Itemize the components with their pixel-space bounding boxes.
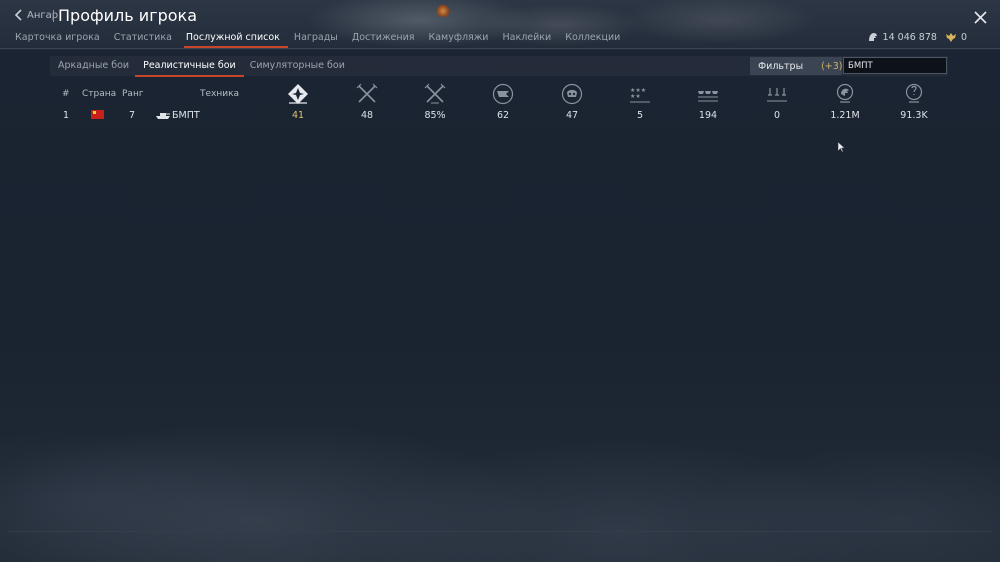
ussr-flag-icon	[91, 110, 104, 119]
column-header-vehicle[interactable]: Техника	[200, 89, 239, 99]
tab-awards[interactable]: Награды	[294, 32, 338, 48]
stat-win-rate: 85%	[424, 110, 446, 121]
row-rank: 7	[129, 110, 136, 121]
win-rate-icon[interactable]	[424, 83, 446, 105]
golden-eagles-icon	[945, 33, 956, 42]
stat-score: 1.21M	[830, 110, 860, 121]
naval-kills-icon[interactable]	[766, 83, 788, 105]
mode-tab-arcade[interactable]: Аркадные бои	[58, 60, 129, 75]
stat-ground-kills: 194	[698, 110, 718, 121]
row-vehicle-name[interactable]: БМПТ	[172, 110, 200, 121]
profile-tabs: Карточка игрока Статистика Послужной спи…	[15, 32, 620, 48]
stat-air-kills: 5	[636, 110, 644, 121]
stat-victories: 48	[360, 110, 374, 121]
tab-statistics[interactable]: Статистика	[114, 32, 172, 48]
mode-tab-simulator[interactable]: Симуляторные бои	[250, 60, 345, 75]
research-icon[interactable]	[903, 83, 925, 105]
currency-display: 14 046 878 0	[867, 31, 967, 43]
svg-text:★★: ★★	[630, 93, 641, 100]
mode-tab-realistic[interactable]: Реалистичные бои	[135, 60, 244, 77]
stat-deaths: 47	[565, 110, 579, 121]
banner-fire-detail	[436, 5, 450, 17]
page-title: Профиль игрока	[58, 6, 198, 25]
footer-divider	[8, 531, 992, 532]
column-header-index[interactable]: #	[62, 89, 70, 99]
filters-label: Фильтры	[758, 60, 804, 72]
respawns-icon[interactable]	[492, 83, 514, 105]
mouse-cursor-icon	[837, 141, 845, 153]
title-separator	[53, 10, 54, 22]
game-mode-tabs: Аркадные бои Реалистичные бои Симуляторн…	[58, 60, 345, 77]
close-icon[interactable]	[974, 11, 987, 24]
tab-decals[interactable]: Наклейки	[502, 32, 551, 48]
battles-icon[interactable]	[287, 83, 309, 105]
stat-research: 91.3K	[900, 110, 928, 121]
filters-button[interactable]: Фильтры (+3)	[750, 57, 843, 75]
gold-amount: 0	[960, 31, 967, 43]
vehicle-search-input[interactable]	[843, 57, 947, 74]
stat-battles: 41	[291, 110, 305, 121]
air-kills-icon[interactable]: ★★★ ★★	[629, 83, 651, 105]
ground-kills-icon[interactable]	[697, 83, 719, 105]
silver-lions-icon	[868, 33, 877, 41]
row-index: 1	[63, 110, 70, 121]
score-icon[interactable]	[834, 83, 856, 105]
tabs-divider	[0, 48, 1000, 49]
tab-service-record[interactable]: Послужной список	[183, 32, 288, 48]
tank-icon	[156, 113, 170, 119]
stat-naval-kills: 0	[773, 110, 781, 121]
filters-count: (+3)	[821, 60, 843, 72]
tab-camouflages[interactable]: Камуфляжи	[428, 32, 488, 48]
silver-amount: 14 046 878	[882, 31, 937, 43]
tab-achievements[interactable]: Достижения	[352, 32, 415, 48]
column-header-rank[interactable]: Ранг	[122, 89, 144, 99]
column-header-country[interactable]: Страна	[82, 89, 116, 99]
tab-collections[interactable]: Коллекции	[565, 32, 620, 48]
deaths-icon[interactable]	[561, 83, 583, 105]
chevron-left-icon	[14, 9, 22, 21]
back-to-hangar-button[interactable]: Ангар	[14, 9, 58, 21]
tab-player-card[interactable]: Карточка игрока	[15, 32, 100, 48]
stat-respawns: 62	[496, 110, 510, 121]
victories-icon[interactable]	[356, 83, 378, 105]
